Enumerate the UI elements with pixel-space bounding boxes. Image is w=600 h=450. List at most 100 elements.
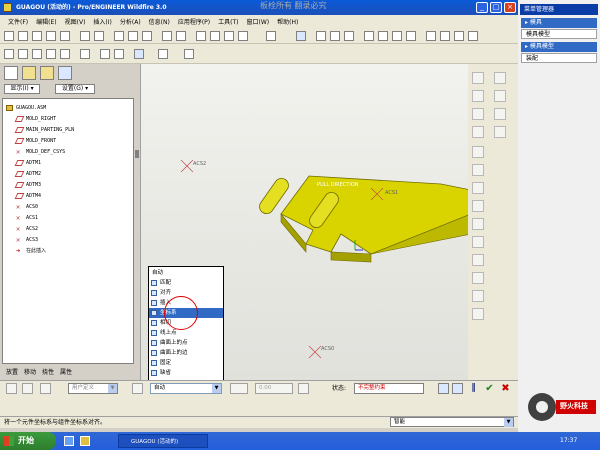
zoom-in-icon[interactable] [316,31,326,41]
assembly-window-icon[interactable] [452,383,463,394]
context-help-icon[interactable] [184,49,194,59]
tree-item[interactable]: ADTM2 [14,169,41,179]
datum-axis-icon[interactable] [296,31,306,41]
assemble-icon[interactable] [134,49,144,59]
mm-item-mold-model[interactable]: 模具模型 [521,29,597,39]
view-manager-icon[interactable] [266,31,276,41]
copy-icon[interactable] [128,31,138,41]
menu-item-point-on-line[interactable]: 线上点 [149,328,223,338]
no-hidden-icon[interactable] [392,31,402,41]
rib-tool-icon[interactable] [472,218,484,230]
menu-applications[interactable]: 应用程序(P) [174,17,214,26]
pattern-icon[interactable] [40,383,51,394]
regenerate-icon[interactable] [162,31,172,41]
point-display-icon[interactable] [454,31,464,41]
menu-insert[interactable]: 插入(I) [89,17,115,26]
paste-icon[interactable] [142,31,152,41]
pause-icon[interactable]: ‖ [468,383,479,394]
open-file-icon[interactable] [18,31,28,41]
hole-tool-icon[interactable] [472,182,484,194]
email-icon[interactable] [60,31,70,41]
analysis-tool-icon[interactable] [494,126,506,138]
flip-icon[interactable] [298,383,309,394]
mechanism-icon[interactable] [22,383,33,394]
pattern-tool-icon[interactable] [472,308,484,320]
tab-placement[interactable]: 放置 [6,367,18,376]
print-icon[interactable] [46,31,56,41]
save-icon[interactable] [32,31,42,41]
shell-tool-icon[interactable] [472,200,484,212]
quicklaunch-folder-icon[interactable] [80,436,90,446]
undo-icon[interactable] [80,31,90,41]
model-tree-tab-icon[interactable] [4,66,18,80]
close-icon[interactable]: × [504,2,516,13]
history-tab-icon[interactable] [58,66,72,80]
tree-item[interactable]: ✕ ACS1 [16,213,38,223]
mirror-tool-icon[interactable] [472,290,484,302]
cable-icon[interactable] [80,49,90,59]
round-tool-icon[interactable] [472,254,484,266]
spin-center-icon[interactable] [210,31,220,41]
redo-icon[interactable] [94,31,104,41]
datum-plane-tool-icon[interactable] [472,72,484,84]
menu-info[interactable]: 信息(N) [145,17,174,26]
menu-item-mate[interactable]: 匹配 [149,278,223,288]
selection-filter[interactable]: 智能 ▼ [390,417,514,427]
model-display-icon[interactable] [4,49,14,59]
offset-value-input[interactable]: 0.00 [255,383,293,394]
tree-item[interactable]: ✕ ACS0 [16,202,38,212]
settings-dropdown[interactable]: 设置(G) ▾ [55,84,95,94]
datum-axis-tool-icon[interactable] [472,90,484,102]
repaint-icon[interactable] [196,31,206,41]
minimize-icon[interactable]: _ [476,2,488,13]
mm-item-assemble[interactable]: 装配 [521,53,597,63]
menu-item-point-on-surface[interactable]: 曲面上的点 [149,338,223,348]
cut-icon[interactable] [114,31,124,41]
orient-icon[interactable] [224,31,234,41]
csys-tool-icon[interactable] [472,126,484,138]
splitter-handle[interactable] [135,150,139,158]
constraint-type-select[interactable]: 自动 ▼ [150,383,222,394]
csys-display-icon[interactable] [468,31,478,41]
tree-item[interactable]: ADTM1 [14,158,41,168]
mm-header-mold[interactable]: ▸ 模具 [521,18,597,28]
layer-icon[interactable] [18,49,28,59]
menu-view[interactable]: 视图(V) [61,17,90,26]
tree-item[interactable]: ✕ MOLD_DEF_CSYS [16,147,65,157]
tree-item[interactable]: ✕ ACS2 [16,224,38,234]
component-icon[interactable] [100,49,110,59]
tab-flexibility[interactable]: 挠性 [42,367,54,376]
zoom-out-icon[interactable] [330,31,340,41]
menu-edit[interactable]: 编辑(E) [32,17,60,26]
mm-header-mold-model[interactable]: ▸ 模具模型 [521,42,597,52]
show-dropdown[interactable]: 显示(I) ▾ [4,84,40,94]
menu-item-default[interactable]: 缺省 [149,368,223,378]
tree-item[interactable]: GUAGOU.ASM [6,103,46,113]
quicklaunch-desktop-icon[interactable] [64,436,74,446]
wireframe-icon[interactable] [364,31,374,41]
tree-item[interactable]: ADTM3 [14,180,41,190]
refit-icon[interactable] [344,31,354,41]
menu-window[interactable]: 窗口(W) [243,17,274,26]
connection-type-select[interactable]: 用户定义 ▼ [68,383,118,394]
menu-item-automatic[interactable]: 自动 [149,268,223,278]
new-file-icon[interactable] [4,31,14,41]
tree-item[interactable]: ADTM4 [14,191,41,201]
tree-item[interactable]: MAIN_PARTING_PLN [14,125,74,135]
find-icon[interactable] [176,31,186,41]
menu-item-fix[interactable]: 固定 [149,358,223,368]
extrude-tool-icon[interactable] [472,146,484,158]
folder-browser-tab-icon[interactable] [22,66,36,80]
draft-tool-icon[interactable] [472,236,484,248]
swap-icon[interactable] [132,383,143,394]
tree-item[interactable]: ✕ ACS3 [16,235,38,245]
menu-help[interactable]: 帮助(H) [273,17,302,26]
menu-file[interactable]: 文件(F) [4,17,32,26]
mold-icon[interactable] [114,49,124,59]
separate-window-icon[interactable] [438,383,449,394]
tree-item[interactable]: ➜ 在此插入 [16,246,46,256]
model-tree-icon[interactable] [60,49,70,59]
revolve-tool-icon[interactable] [472,164,484,176]
datum-point-tool-icon[interactable] [472,108,484,120]
menu-analysis[interactable]: 分析(A) [116,17,145,26]
